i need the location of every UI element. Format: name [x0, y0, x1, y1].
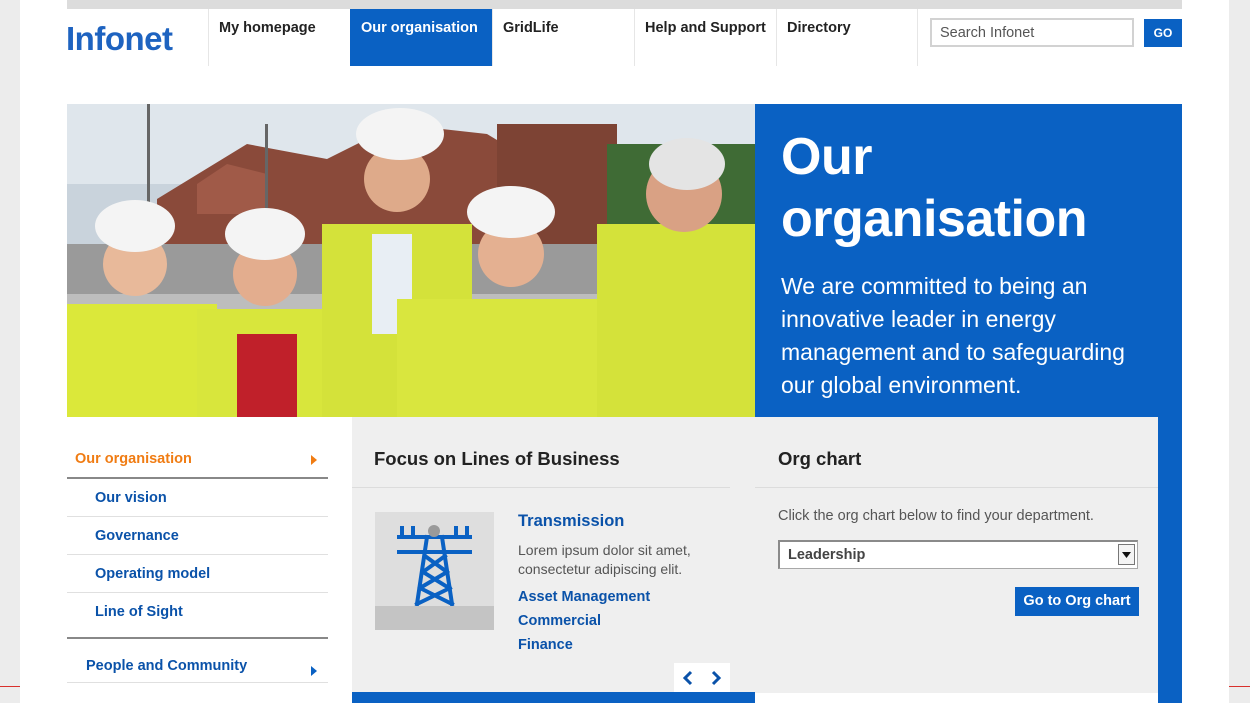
org-chart-instructions: Click the org chart below to find your d… [778, 508, 1094, 524]
prev-button[interactable] [674, 663, 702, 692]
tile-ground [375, 606, 494, 630]
left-nav-operating-model[interactable]: Operating model [67, 555, 328, 593]
hero-title: Our organisation [781, 126, 1156, 250]
left-nav-current-label: Our organisation [75, 451, 192, 467]
carousel-controls [674, 663, 730, 692]
go-to-org-chart-button[interactable]: Go to Org chart [1015, 587, 1139, 616]
top-strip [67, 0, 1182, 9]
search-go-button[interactable]: GO [1144, 19, 1182, 47]
link-commercial[interactable]: Commercial [518, 613, 601, 629]
org-chart-panel: Org chart Click the org chart below to f… [755, 417, 1158, 693]
focus-title: Focus on Lines of Business [374, 448, 620, 469]
left-nav: Our organisation Our vision Governance O… [67, 440, 328, 683]
search-input[interactable] [930, 18, 1134, 47]
left-nav-governance[interactable]: Governance [67, 517, 328, 555]
infonet-logo[interactable]: Infonet [66, 20, 173, 58]
nav-my-homepage[interactable]: My homepage [208, 9, 350, 66]
transmission-tile[interactable] [375, 512, 494, 630]
nav-our-organisation[interactable]: Our organisation [350, 9, 492, 66]
caret-right-icon [311, 666, 317, 676]
nav-help-and-support[interactable]: Help and Support [634, 9, 776, 66]
link-asset-management[interactable]: Asset Management [518, 589, 650, 605]
right-accent-strip [1158, 417, 1182, 703]
left-nav-our-vision[interactable]: Our vision [67, 479, 328, 517]
chevron-right-icon [711, 670, 722, 685]
main-nav: My homepage Our organisation GridLife He… [208, 9, 918, 66]
next-button[interactable] [702, 663, 730, 692]
hero-title-line1: Our [781, 128, 872, 186]
nav-directory[interactable]: Directory [776, 9, 918, 66]
caret-right-icon [311, 455, 317, 465]
lob-item-description: Lorem ipsum dolor sit amet, consectetur … [518, 542, 691, 577]
link-finance[interactable]: Finance [518, 637, 573, 653]
department-select[interactable]: Leadership [778, 540, 1138, 569]
left-nav-people-and-community[interactable]: People and Community [67, 639, 328, 683]
org-chart-divider [755, 487, 1158, 488]
focus-panel: Focus on Lines of Business Transmission … [352, 417, 755, 703]
workers-photo-illustration [67, 104, 755, 417]
left-nav-current[interactable]: Our organisation [67, 440, 328, 479]
hero-photo [67, 104, 755, 417]
left-nav-group-label: People and Community [86, 658, 248, 674]
department-select-value: Leadership [788, 547, 866, 563]
nav-gridlife[interactable]: GridLife [492, 9, 634, 66]
focus-bottom-bar [352, 692, 755, 703]
org-chart-title: Org chart [778, 448, 862, 469]
hero-title-line2: organisation [781, 190, 1088, 248]
dropdown-arrow-icon [1118, 544, 1135, 565]
left-nav-line-of-sight[interactable]: Line of Sight [67, 593, 328, 639]
chevron-left-icon [682, 670, 693, 685]
hero-panel: Our organisation We are committed to bei… [755, 104, 1182, 417]
focus-divider [352, 487, 730, 488]
lob-item-title[interactable]: Transmission [518, 512, 624, 531]
hero-text: We are committed to being an innovative … [781, 273, 1125, 398]
